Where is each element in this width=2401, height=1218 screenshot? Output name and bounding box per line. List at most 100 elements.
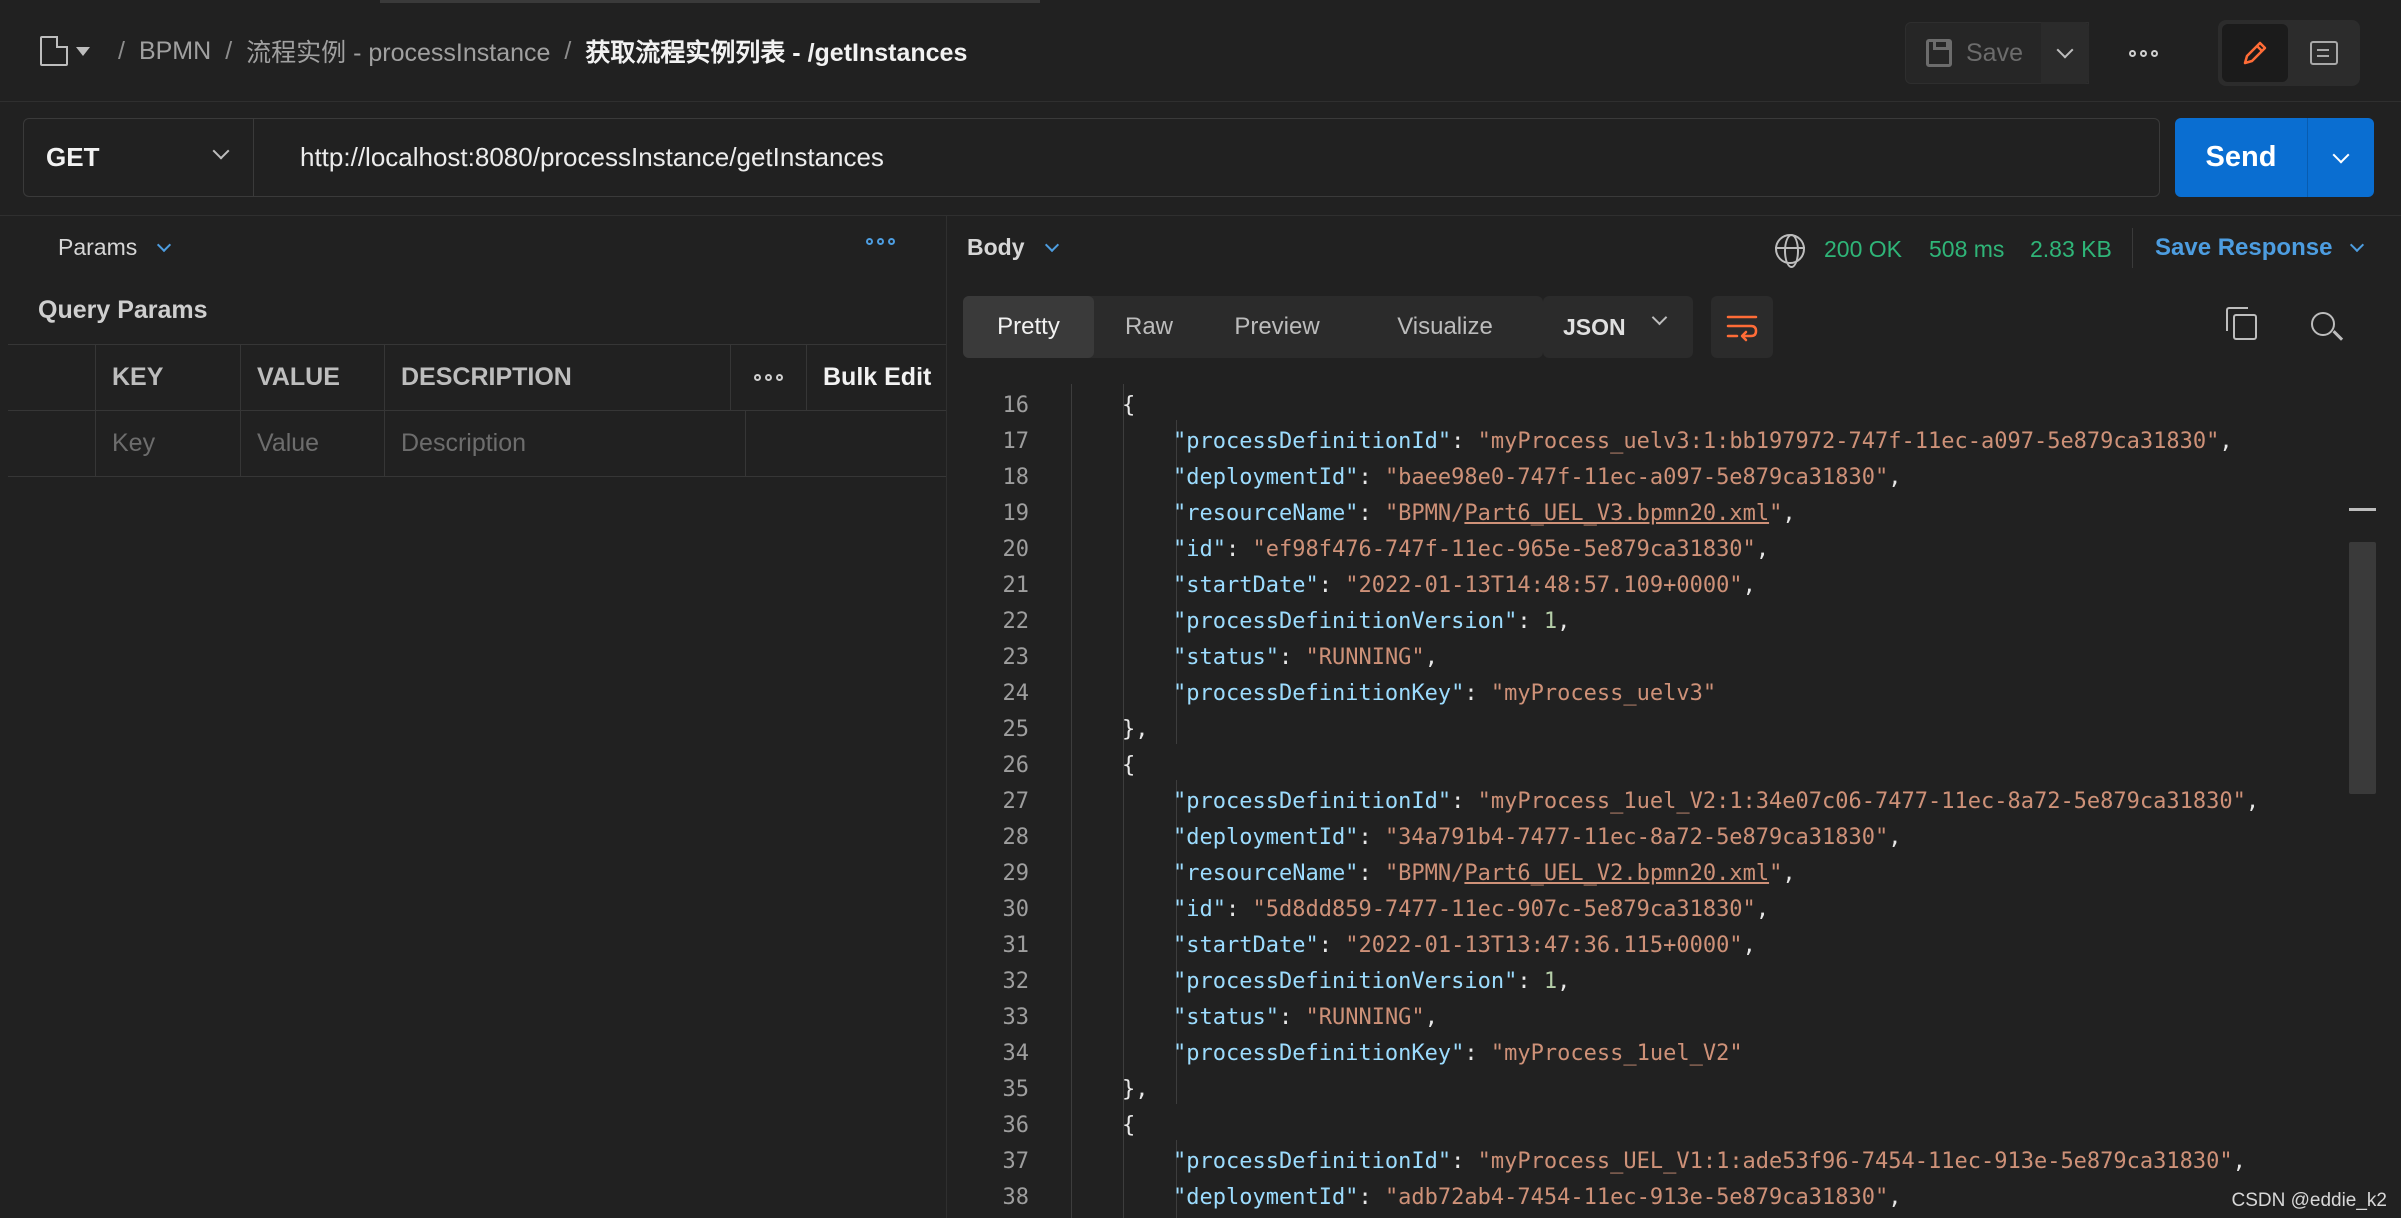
breadcrumb-request[interactable]: 获取流程实例列表 - /getInstances xyxy=(585,33,967,69)
chevron-down-icon xyxy=(2332,146,2350,163)
line-number: 16 xyxy=(1002,393,1030,418)
code-line: 26 { xyxy=(947,748,2347,784)
more-icon xyxy=(866,238,895,245)
code-line: 24 "processDefinitionKey": "myProcess_uel… xyxy=(947,676,2347,712)
code-line: 32 "processDefinitionVersion": 1, xyxy=(947,964,2347,1000)
code-line: 27 "processDefinitionId": "myProcess_1uel… xyxy=(947,784,2347,820)
mode-toggle xyxy=(2218,20,2360,86)
bulk-edit-button[interactable]: Bulk Edit xyxy=(807,345,946,410)
search-icon[interactable] xyxy=(2311,312,2335,336)
breadcrumb-separator: / xyxy=(118,36,125,65)
comments-button[interactable] xyxy=(2292,24,2356,82)
method-select[interactable]: GET xyxy=(24,119,254,196)
send-dropdown-button[interactable] xyxy=(2308,118,2374,197)
save-response-button[interactable]: Save Response xyxy=(2155,234,2365,262)
code-line: 18 "deploymentId": "baee98e0-747f-11ec-a0… xyxy=(947,460,2347,496)
line-number: 38 xyxy=(1002,1185,1030,1210)
request-tabs-more-button[interactable] xyxy=(866,238,895,245)
line-number: 27 xyxy=(1002,789,1030,814)
code-line: 34 "processDefinitionKey": "myProcess_1ue… xyxy=(947,1036,2347,1072)
send-button[interactable]: Send xyxy=(2175,118,2308,197)
request-header: / BPMN / 流程实例 - processInstance / 获取流程实例… xyxy=(0,0,2401,102)
tab-params-label: Params xyxy=(58,234,138,260)
value-input[interactable]: Value xyxy=(241,411,385,476)
copy-icon[interactable] xyxy=(2226,307,2257,340)
code-text: }, xyxy=(1122,1077,1149,1102)
breadcrumb-separator: / xyxy=(225,36,233,65)
column-options-button[interactable] xyxy=(731,345,807,410)
code-text: { xyxy=(1122,1113,1136,1138)
breadcrumb-folder[interactable]: 流程实例 - processInstance xyxy=(246,33,550,69)
tab-raw[interactable]: Raw xyxy=(1094,296,1204,358)
floppy-disk-icon xyxy=(1926,39,1952,67)
row-filler xyxy=(746,411,946,476)
key-input[interactable]: Key xyxy=(96,411,241,476)
column-header-value: VALUE xyxy=(241,345,385,410)
code-text: "startDate": "2022-01-13T13:47:36.115+00… xyxy=(1173,933,1756,958)
code-line: 23 "status": "RUNNING", xyxy=(947,640,2347,676)
code-line: 30 "id": "5d8dd859-7477-11ec-907c-5e879ca… xyxy=(947,892,2347,928)
line-number: 23 xyxy=(1002,645,1030,670)
table-row: Key Value Description xyxy=(8,411,946,477)
code-line: 28 "deploymentId": "34a791b4-7477-11ec-8a… xyxy=(947,820,2347,856)
active-tab-indicator xyxy=(380,0,1040,3)
line-number: 32 xyxy=(1002,969,1030,994)
tab-body[interactable]: Body xyxy=(967,234,1059,261)
globe-icon[interactable] xyxy=(1775,234,1805,268)
response-size[interactable]: 2.83 KB xyxy=(2030,236,2112,263)
document-icon[interactable] xyxy=(40,36,68,66)
tab-pretty[interactable]: Pretty xyxy=(963,296,1094,358)
checkbox-column-header xyxy=(8,345,96,410)
scrollbar-marker xyxy=(2349,508,2376,511)
line-number: 17 xyxy=(1002,429,1030,454)
table-header-row: KEY VALUE DESCRIPTION Bulk Edit xyxy=(8,345,946,411)
line-number: 35 xyxy=(1002,1077,1030,1102)
line-number: 18 xyxy=(1002,465,1030,490)
description-input[interactable]: Description xyxy=(385,411,746,476)
code-text: "status": "RUNNING", xyxy=(1173,645,1438,670)
response-time[interactable]: 508 ms xyxy=(1929,236,2004,263)
scrollbar-thumb[interactable] xyxy=(2349,542,2376,794)
format-select[interactable]: JSON xyxy=(1543,296,1693,358)
request-pane: Params Query Params KEY VALUE DESCRIPTIO… xyxy=(0,216,946,1218)
line-number: 19 xyxy=(1002,501,1030,526)
request-url-bar: GET xyxy=(23,118,2160,197)
code-text: { xyxy=(1122,753,1136,778)
code-line: 38 "deploymentId": "adb72ab4-7454-11ec-91… xyxy=(947,1180,2347,1216)
chevron-down-icon xyxy=(2350,237,2365,253)
code-text: "processDefinitionKey": "myProcess_1uel_… xyxy=(1173,1041,1743,1066)
response-view-tabs: Pretty Raw Preview Visualize xyxy=(963,296,1543,358)
row-checkbox-cell xyxy=(8,411,96,476)
comment-icon xyxy=(2310,41,2338,65)
edit-mode-button[interactable] xyxy=(2222,24,2288,82)
tab-visualize[interactable]: Visualize xyxy=(1350,296,1540,358)
more-icon xyxy=(754,374,783,381)
code-text: "processDefinitionKey": "myProcess_uelv3… xyxy=(1173,681,1717,706)
code-line: 20 "id": "ef98f476-747f-11ec-965e-5e879ca… xyxy=(947,532,2347,568)
save-dropdown-button[interactable] xyxy=(2041,22,2089,84)
line-number: 34 xyxy=(1002,1041,1030,1066)
response-pane: Body 200 OK 508 ms 2.83 KB Save Response… xyxy=(947,216,2401,1218)
send-button-group: Send xyxy=(2175,118,2374,197)
code-text: "resourceName": "BPMN/Part6_UEL_V2.bpmn2… xyxy=(1173,861,1796,886)
code-text: "id": "ef98f476-747f-11ec-965e-5e879ca31… xyxy=(1173,537,1770,562)
status-code[interactable]: 200 OK xyxy=(1824,236,1902,263)
tab-preview[interactable]: Preview xyxy=(1204,296,1350,358)
line-number: 31 xyxy=(1002,933,1030,958)
caret-down-icon[interactable] xyxy=(76,46,90,56)
divider xyxy=(2132,228,2133,268)
line-number: 24 xyxy=(1002,681,1030,706)
code-line: 36 { xyxy=(947,1108,2347,1144)
breadcrumb-collection[interactable]: BPMN xyxy=(139,37,211,66)
code-text: "processDefinitionId": "myProcess_UEL_V1… xyxy=(1173,1149,2246,1174)
method-label: GET xyxy=(46,142,100,172)
response-body-editor[interactable]: 16 {17 "processDefinitionId": "myProcess_u… xyxy=(947,384,2401,1218)
wrap-lines-button[interactable] xyxy=(1711,296,1773,358)
chevron-down-icon xyxy=(212,142,230,160)
more-actions-button[interactable] xyxy=(2118,22,2168,84)
tab-params[interactable]: Params xyxy=(58,234,172,261)
url-input[interactable] xyxy=(254,119,2159,196)
code-line: 16 { xyxy=(947,388,2347,424)
line-number: 28 xyxy=(1002,825,1030,850)
code-text: "status": "RUNNING", xyxy=(1173,1005,1438,1030)
